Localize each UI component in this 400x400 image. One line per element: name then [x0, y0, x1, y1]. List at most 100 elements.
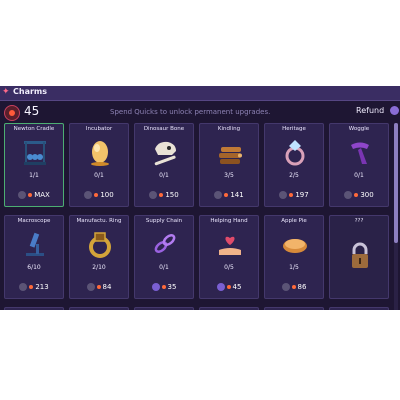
charm-name: Apple Pie	[281, 218, 307, 224]
charms-window: ✦ Charms 45 Spend Quicks to unlock perma…	[0, 86, 400, 310]
newton-cradle-icon	[20, 137, 50, 167]
coin-icon	[214, 191, 223, 199]
price-value: 213	[35, 283, 49, 291]
charm-name: Kindling	[217, 126, 241, 132]
coin-icon	[86, 283, 95, 291]
charm-card[interactable]	[199, 307, 259, 310]
coin-icon	[149, 191, 158, 199]
price-value: 141	[230, 191, 244, 199]
price-value: 150	[165, 191, 179, 199]
scrollbar-thumb[interactable]	[394, 123, 398, 243]
quick-currency-icon	[4, 105, 20, 121]
quick-icon	[96, 285, 101, 289]
charm-price[interactable]: 84	[70, 283, 128, 291]
microscope-icon	[20, 229, 50, 259]
charm-level: 1/5	[289, 264, 299, 271]
charm-grid: Newton Cradle 1/1 MAX Incubator 0/1 100 Dinosa…	[4, 123, 394, 310]
charm-card[interactable]: ???	[329, 215, 389, 299]
charm-card[interactable]	[329, 307, 389, 310]
charm-card[interactable]: Incubator 0/1 100	[69, 123, 129, 207]
charm-card[interactable]: Macroscope 6/10 213	[4, 215, 64, 299]
coin-icon	[84, 191, 93, 199]
charm-price[interactable]: MAX	[5, 191, 63, 199]
charm-card[interactable]: Helping Hand 0/5 45	[199, 215, 259, 299]
charm-card[interactable]	[264, 307, 324, 310]
charm-card[interactable]: Heritage 2/5 197	[264, 123, 324, 207]
charm-level: 2/10	[92, 264, 106, 271]
pie-icon	[280, 229, 310, 259]
charm-price[interactable]: 35	[135, 283, 193, 291]
charm-name: ???	[354, 218, 364, 224]
coin-icon	[281, 283, 290, 291]
quick-icon	[289, 193, 294, 197]
charm-level: 1/1	[29, 172, 39, 179]
quick-icon	[354, 193, 359, 197]
scarf-icon	[345, 137, 375, 167]
charm-card[interactable]: Kindling 3/5 141	[199, 123, 259, 207]
charm-level: 0/1	[159, 172, 169, 179]
charm-level: 0/5	[224, 264, 234, 271]
price-value: 100	[100, 191, 114, 199]
charm-card[interactable]: Apple Pie 1/5 86	[264, 215, 324, 299]
quick-icon	[29, 285, 34, 289]
refund-label: Refund	[356, 106, 385, 115]
charm-name: Macroscope	[17, 218, 51, 224]
price-value: 197	[295, 191, 309, 199]
price-value: 300	[360, 191, 374, 199]
coin-icon	[18, 191, 27, 199]
charm-name: Incubator	[85, 126, 113, 132]
charm-card[interactable]	[69, 307, 129, 310]
plus-icon	[151, 283, 160, 291]
charm-card[interactable]: Dinosaur Bone 0/1 150	[134, 123, 194, 207]
charm-name: Dinosaur Bone	[143, 126, 185, 132]
price-value: 45	[232, 283, 242, 291]
charm-name: Supply Chain	[145, 218, 183, 224]
quick-icon	[224, 193, 229, 197]
charm-price[interactable]: 197	[265, 191, 323, 199]
coin-icon	[344, 191, 353, 199]
quick-icon	[161, 285, 166, 289]
charm-price[interactable]: 100	[70, 191, 128, 199]
quick-icon	[291, 285, 296, 289]
heart-hand-icon	[215, 229, 245, 259]
ring-icon	[280, 137, 310, 167]
refund-icon	[389, 106, 399, 115]
charm-level: 0/1	[159, 264, 169, 271]
charm-price[interactable]: 300	[330, 191, 388, 199]
charm-icon: ✦	[2, 87, 10, 97]
charm-card[interactable]	[134, 307, 194, 310]
charm-price[interactable]: 86	[265, 283, 323, 291]
padlock-icon	[345, 241, 375, 271]
price-value: 84	[102, 283, 112, 291]
chain-icon	[150, 229, 180, 259]
refund-button[interactable]: Refund	[356, 106, 399, 118]
firewood-icon	[215, 137, 245, 167]
charm-name: Woggle	[348, 126, 370, 132]
quicks-bar: 45 Spend Quicks to unlock permanent upgr…	[0, 101, 400, 123]
egg-icon	[85, 137, 115, 167]
charm-card[interactable]	[4, 307, 64, 310]
grid-scrollbar[interactable]	[394, 123, 398, 310]
charm-price[interactable]: 141	[200, 191, 258, 199]
charm-price[interactable]: 45	[200, 283, 258, 291]
quick-icon	[159, 193, 164, 197]
charm-price[interactable]: 150	[135, 191, 193, 199]
charm-card[interactable]: Supply Chain 0/1 35	[134, 215, 194, 299]
charm-level: 6/10	[27, 264, 41, 271]
charm-price[interactable]: 213	[5, 283, 63, 291]
coin-icon	[279, 191, 288, 199]
price-value: 35	[167, 283, 177, 291]
price-value: MAX	[34, 191, 50, 199]
plus-icon	[216, 283, 225, 291]
quick-count: 45	[24, 104, 40, 118]
charm-card[interactable]: Newton Cradle 1/1 MAX	[4, 123, 64, 207]
charm-card[interactable]: Woggle 0/1 300	[329, 123, 389, 207]
window-title: Charms	[13, 87, 48, 96]
charm-card[interactable]: Manufactu. Ring 2/10 84	[69, 215, 129, 299]
charm-level: 3/5	[224, 172, 234, 179]
quick-icon	[226, 285, 231, 289]
charm-name: Heritage	[282, 126, 306, 132]
price-value: 86	[297, 283, 307, 291]
gold-ring-icon	[85, 229, 115, 259]
quick-icon	[94, 193, 99, 197]
